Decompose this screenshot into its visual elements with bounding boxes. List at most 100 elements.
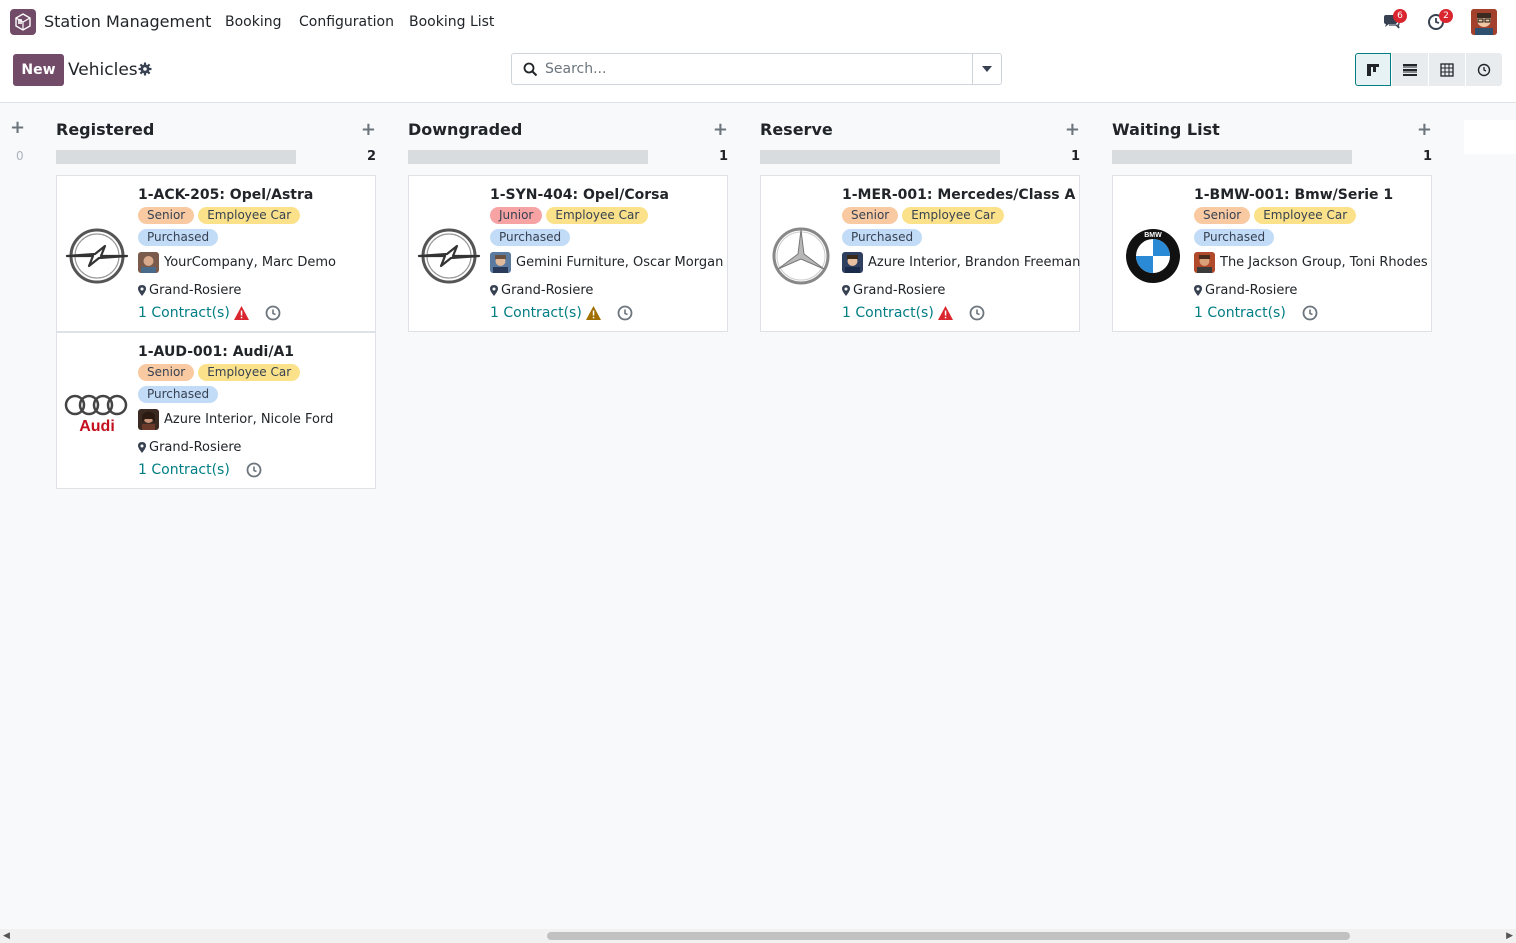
- map-marker-icon: [842, 285, 850, 296]
- vehicle-card[interactable]: Audi 1-AUD-001: Audi/A1 Senior Employee …: [56, 332, 376, 489]
- map-marker-icon: [138, 442, 146, 453]
- driver-name: Azure Interior, Nicole Ford: [164, 412, 334, 427]
- search-input[interactable]: [545, 59, 965, 79]
- messages-button[interactable]: 6: [1381, 9, 1407, 32]
- activity-clock-icon[interactable]: [246, 462, 262, 478]
- grid-icon: [1440, 62, 1454, 77]
- vehicle-card[interactable]: 1-MER-001: Mercedes/Class A Senior Emplo…: [760, 175, 1080, 332]
- driver-name: YourCompany, Marc Demo: [164, 255, 337, 270]
- contracts-link[interactable]: 1 Contract(s): [138, 462, 230, 478]
- tag-purchased: Purchased: [490, 229, 571, 246]
- driver-name: The Jackson Group, Toni Rhodes: [1220, 255, 1428, 270]
- driver-name: Azure Interior, Brandon Freeman: [868, 255, 1081, 270]
- contracts-link[interactable]: 1 Contract(s): [490, 305, 582, 321]
- opel-logo: [415, 226, 483, 286]
- control-panel: New Vehicles: [0, 44, 1516, 103]
- column-progress-bar[interactable]: [408, 150, 648, 164]
- tag-senior: Senior: [1194, 207, 1251, 224]
- list-view-button[interactable]: [1392, 53, 1428, 86]
- tag-employee-car: Employee Car: [198, 364, 301, 381]
- view-switcher: [1355, 53, 1503, 86]
- map-marker-icon: [1194, 285, 1202, 296]
- warning-icon: [585, 306, 601, 320]
- messages-badge: 6: [1393, 9, 1407, 23]
- activity-clock-icon[interactable]: [617, 305, 633, 321]
- warning-icon: [937, 306, 953, 320]
- scrollbar-thumb[interactable]: [547, 932, 1350, 940]
- menu-configuration[interactable]: Configuration: [299, 14, 394, 30]
- activities-badge: 2: [1439, 9, 1453, 23]
- activity-view-button[interactable]: [1466, 53, 1502, 86]
- gear-icon[interactable]: [138, 62, 152, 76]
- user-avatar[interactable]: [1471, 9, 1497, 35]
- search-icon: [523, 62, 538, 77]
- column-quick-create-button[interactable]: +: [713, 119, 728, 140]
- search-options-toggle[interactable]: [972, 54, 1001, 84]
- activity-clock-icon[interactable]: [1302, 305, 1318, 321]
- activities-button[interactable]: 2: [1427, 9, 1453, 32]
- column-count: 1: [718, 149, 728, 164]
- driver-avatar: [138, 409, 159, 430]
- column-progress-bar[interactable]: [56, 150, 296, 164]
- driver-avatar: [138, 252, 159, 273]
- pivot-view-button[interactable]: [1429, 53, 1465, 86]
- column-title[interactable]: Reserve: [760, 120, 833, 139]
- tag-purchased: Purchased: [138, 229, 219, 246]
- app-name[interactable]: Station Management: [44, 12, 211, 31]
- driver-name: Gemini Furniture, Oscar Morgan: [516, 255, 724, 270]
- vehicle-location: Grand-Rosiere: [149, 283, 242, 298]
- menu-booking-list[interactable]: Booking List: [409, 14, 494, 30]
- new-button[interactable]: New: [13, 54, 64, 86]
- column-title[interactable]: Downgraded: [408, 120, 522, 139]
- contracts-link[interactable]: 1 Contract(s): [138, 305, 230, 321]
- opel-logo: [63, 226, 131, 286]
- page-title: Vehicles: [68, 60, 138, 80]
- horizontal-scrollbar[interactable]: ◀ ▶: [0, 929, 1516, 943]
- kanban-view-button[interactable]: [1355, 53, 1391, 86]
- vehicle-location: Grand-Rosiere: [853, 283, 946, 298]
- list-icon: [1403, 63, 1417, 76]
- column-title[interactable]: Registered: [56, 120, 154, 139]
- driver-avatar: [1194, 252, 1215, 273]
- column-progress-bar[interactable]: [1112, 150, 1352, 164]
- app-icon[interactable]: [10, 9, 36, 35]
- map-marker-icon: [490, 285, 498, 296]
- bmw-logo-text: BMW: [1144, 232, 1162, 239]
- caret-down-icon: [982, 66, 992, 72]
- vehicle-card[interactable]: BMW 1-BMW-001: Bmw/Serie 1 Senior Employ…: [1112, 175, 1432, 332]
- tag-senior: Senior: [138, 364, 195, 381]
- column-quick-create-button[interactable]: +: [1065, 119, 1080, 140]
- top-navbar: Station Management Booking Configuration…: [0, 0, 1516, 44]
- tag-employee-car: Employee Car: [902, 207, 1005, 224]
- vehicle-card[interactable]: 1-ACK-205: Opel/Astra Senior Employee Ca…: [56, 175, 376, 332]
- map-marker-icon: [138, 285, 146, 296]
- scroll-left-icon[interactable]: ◀: [3, 931, 10, 941]
- tag-purchased: Purchased: [842, 229, 923, 246]
- tag-senior: Senior: [138, 207, 195, 224]
- scroll-right-icon[interactable]: ▶: [1506, 931, 1513, 941]
- kanban-icon: [1367, 63, 1379, 76]
- column-title[interactable]: Waiting List: [1112, 120, 1220, 139]
- activity-clock-icon[interactable]: [265, 305, 281, 321]
- driver-avatar: [490, 252, 511, 273]
- vehicle-title: 1-ACK-205: Opel/Astra: [138, 187, 314, 203]
- menu-booking[interactable]: Booking: [225, 14, 282, 30]
- vehicle-location: Grand-Rosiere: [501, 283, 594, 298]
- mercedes-logo: [767, 226, 835, 286]
- tag-junior: Junior: [490, 207, 543, 224]
- contracts-link[interactable]: 1 Contract(s): [1194, 305, 1286, 321]
- column-quick-create-button[interactable]: +: [1417, 119, 1432, 140]
- contracts-link[interactable]: 1 Contract(s): [842, 305, 934, 321]
- vehicle-card[interactable]: 1-SYN-404: Opel/Corsa Junior Employee Ca…: [408, 175, 728, 332]
- search-bar: [511, 53, 1002, 85]
- tag-purchased: Purchased: [138, 386, 219, 403]
- add-column-area[interactable]: [1464, 120, 1516, 154]
- column-quick-create-button[interactable]: +: [361, 119, 376, 140]
- quick-add-column-button[interactable]: +: [10, 117, 25, 138]
- column-progress-bar[interactable]: [760, 150, 1000, 164]
- folded-column-count: 0: [16, 149, 24, 163]
- activity-clock-icon[interactable]: [969, 305, 985, 321]
- vehicle-title: 1-MER-001: Mercedes/Class A: [842, 187, 1076, 203]
- bmw-logo: BMW: [1119, 226, 1187, 286]
- column-count: 2: [366, 149, 376, 164]
